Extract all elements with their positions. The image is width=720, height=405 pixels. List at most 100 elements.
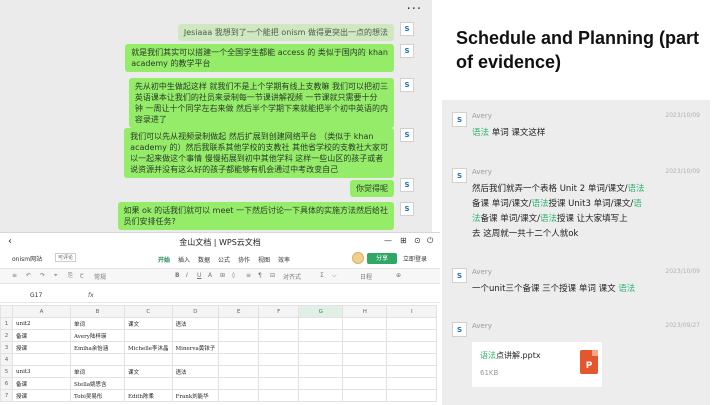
table-cell[interactable]: Emiha余怡涵: [70, 341, 125, 354]
table-cell[interactable]: Edith陈柔: [124, 389, 173, 402]
fill-color-icon[interactable]: ◊: [232, 272, 235, 279]
table-cell[interactable]: [342, 341, 388, 354]
table-cell[interactable]: [298, 389, 344, 402]
table-cell[interactable]: Frank刘能华: [171, 389, 220, 402]
table-cell[interactable]: [342, 377, 388, 390]
share-button[interactable]: 分享: [367, 253, 397, 264]
table-cell[interactable]: [386, 389, 438, 402]
wrap-icon[interactable]: ¶: [258, 272, 262, 279]
table-cell[interactable]: [218, 341, 260, 354]
table-cell[interactable]: [386, 377, 438, 390]
avatar[interactable]: S: [452, 268, 467, 283]
avatar[interactable]: S: [400, 44, 414, 58]
table-cell[interactable]: [342, 353, 388, 366]
avatar[interactable]: S: [400, 202, 414, 216]
table-cell[interactable]: [218, 365, 260, 378]
column-header[interactable]: B: [70, 305, 125, 318]
file-name-tab[interactable]: onism网站: [12, 254, 42, 263]
merge-icon[interactable]: ⊟: [270, 272, 275, 279]
table-cell[interactable]: Stella姚思含: [70, 377, 125, 390]
table-cell[interactable]: Avery陆梓瑛: [70, 329, 125, 342]
table-cell[interactable]: 授课: [12, 389, 71, 402]
column-header[interactable]: D: [171, 305, 220, 318]
table-cell[interactable]: Minerva黄铱子: [171, 341, 220, 354]
table-cell[interactable]: [342, 365, 388, 378]
underline-icon[interactable]: U: [197, 272, 201, 279]
table-cell[interactable]: [218, 317, 260, 330]
power-icon[interactable]: ⏻: [427, 236, 433, 246]
table-cell[interactable]: Tobi吴易彤: [70, 389, 125, 402]
table-cell[interactable]: [298, 377, 344, 390]
table-cell[interactable]: [298, 317, 344, 330]
collaborator-avatar[interactable]: [352, 252, 364, 264]
column-header[interactable]: F: [258, 305, 300, 318]
row-number[interactable]: 6: [0, 377, 13, 390]
table-cell[interactable]: [342, 317, 388, 330]
row-number[interactable]: 7: [0, 389, 13, 402]
table-cell[interactable]: [342, 389, 388, 402]
format-painter-icon[interactable]: ⌖: [54, 272, 57, 280]
column-header[interactable]: C: [124, 305, 173, 318]
table-cell[interactable]: [386, 317, 438, 330]
menu-tab-data[interactable]: 数据: [198, 255, 210, 264]
table-cell[interactable]: 语法: [171, 317, 220, 330]
column-header[interactable]: H: [342, 305, 388, 318]
menu-tab-view[interactable]: 视图: [258, 255, 270, 264]
menu-icon[interactable]: ≡: [12, 272, 17, 279]
table-cell[interactable]: [342, 329, 388, 342]
table-cell[interactable]: [386, 365, 438, 378]
row-number[interactable]: 2: [0, 329, 13, 342]
table-cell[interactable]: [258, 389, 300, 402]
table-cell[interactable]: [171, 329, 220, 342]
menu-tab-formula[interactable]: 公式: [218, 255, 230, 264]
fx-icon[interactable]: fx: [88, 292, 94, 299]
bold-icon[interactable]: B: [175, 272, 180, 279]
table-cell[interactable]: [258, 341, 300, 354]
table-cell[interactable]: [124, 329, 173, 342]
add-icon[interactable]: ⊕: [396, 272, 401, 279]
table-cell[interactable]: 课文: [124, 365, 173, 378]
copy-icon[interactable]: ⎘: [68, 272, 73, 280]
table-cell[interactable]: unit3: [12, 365, 71, 378]
table-cell[interactable]: [171, 377, 220, 390]
menu-tab-insert[interactable]: 插入: [178, 255, 190, 264]
table-cell[interactable]: [258, 317, 300, 330]
align-icon[interactable]: ≡: [246, 272, 251, 279]
table-cell[interactable]: [298, 341, 344, 354]
schedule-button[interactable]: 日程: [360, 272, 372, 281]
table-cell[interactable]: [386, 341, 438, 354]
menu-tab-collab[interactable]: 协作: [238, 255, 250, 264]
table-cell[interactable]: 备课: [12, 329, 71, 342]
clear-format-icon[interactable]: Ꞇ: [80, 272, 84, 280]
table-cell[interactable]: [124, 353, 173, 366]
table-cell[interactable]: [171, 353, 220, 366]
menu-tab-start[interactable]: 开始: [158, 255, 170, 264]
redo-icon[interactable]: ↷: [40, 272, 45, 279]
table-cell[interactable]: 单词: [70, 365, 125, 378]
avatar[interactable]: S: [452, 322, 467, 337]
avatar[interactable]: S: [400, 178, 414, 192]
filter-icon[interactable]: ⌵: [332, 272, 337, 280]
table-cell[interactable]: [258, 377, 300, 390]
table-cell[interactable]: [258, 329, 300, 342]
undo-icon[interactable]: ↶: [26, 272, 31, 279]
avatar[interactable]: S: [400, 128, 414, 142]
corner-cell[interactable]: [0, 305, 13, 318]
table-cell[interactable]: [258, 365, 300, 378]
row-number[interactable]: 4: [0, 353, 13, 366]
italic-icon[interactable]: I: [186, 272, 188, 279]
file-attachment[interactable]: 语法点讲解.pptx 61KB P: [472, 342, 602, 387]
table-cell[interactable]: Michelle李沐晶: [124, 341, 173, 354]
avatar[interactable]: S: [400, 22, 414, 36]
table-cell[interactable]: unit2: [12, 317, 71, 330]
avatar[interactable]: S: [452, 112, 467, 127]
more-circle-icon[interactable]: ⊙: [414, 236, 421, 245]
table-cell[interactable]: [218, 377, 260, 390]
avatar[interactable]: S: [452, 168, 467, 183]
table-cell[interactable]: [386, 353, 438, 366]
row-number[interactable]: 3: [0, 341, 13, 354]
align-mode-select[interactable]: 对齐式: [283, 272, 301, 281]
sum-icon[interactable]: Σ: [320, 272, 324, 279]
table-cell[interactable]: 语法: [171, 365, 220, 378]
table-cell[interactable]: [298, 329, 344, 342]
